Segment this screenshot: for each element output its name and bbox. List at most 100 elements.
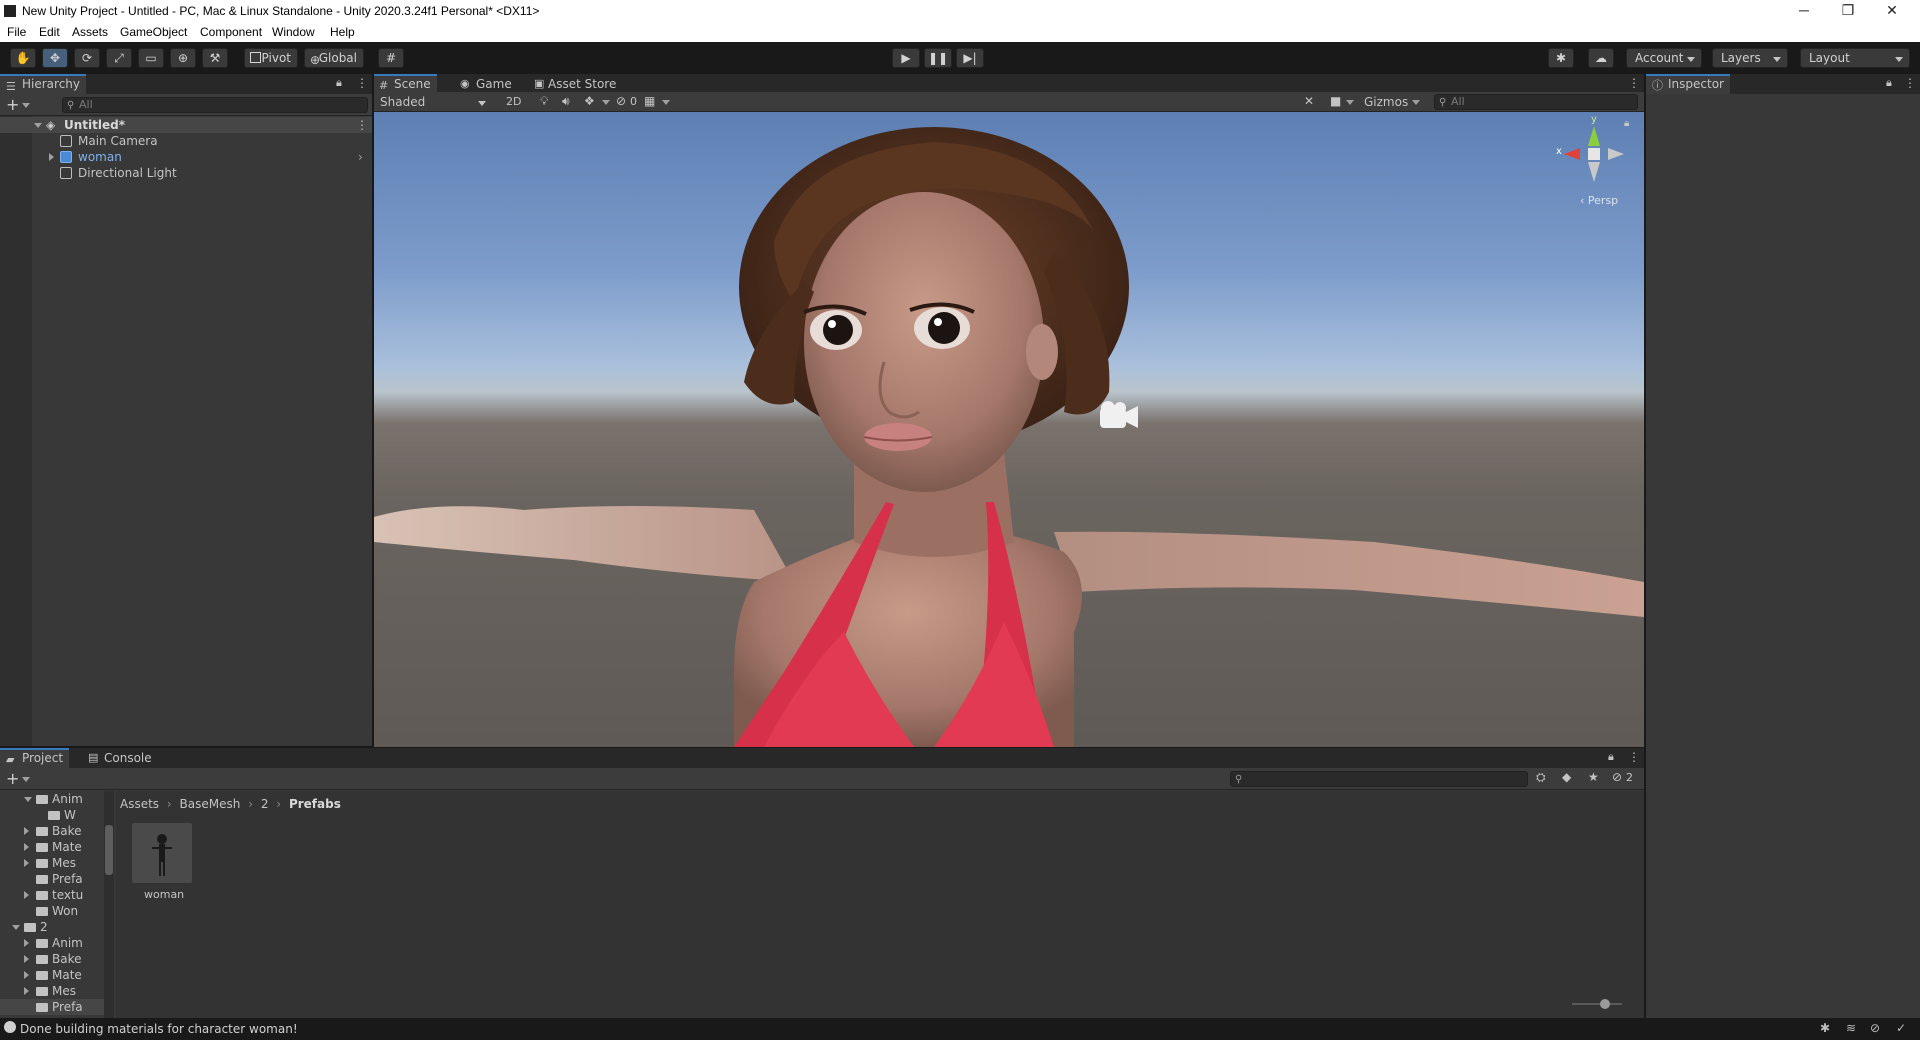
menu-edit[interactable]: Edit — [39, 25, 60, 39]
folder-tree-item[interactable]: W — [0, 807, 104, 823]
pause-button[interactable]: ❚❚ — [924, 48, 952, 68]
progress-check-icon[interactable]: ✓ — [1896, 1021, 1906, 1035]
scene-search-input[interactable]: ⚲ All — [1434, 94, 1638, 110]
add-icon[interactable]: + — [6, 95, 19, 114]
shading-mode-dropdown[interactable]: Shaded — [376, 93, 492, 111]
add-dropdown-icon[interactable] — [22, 103, 30, 108]
thumbnail-size-slider[interactable] — [1572, 999, 1622, 1009]
tab-scene[interactable]: # Scene — [374, 74, 437, 94]
cloud-icon[interactable]: ☁ — [1588, 48, 1614, 68]
play-button[interactable]: ▶ — [892, 48, 920, 68]
rotate-tool-icon[interactable]: ⟳ — [74, 48, 100, 68]
create-icon[interactable]: + — [6, 769, 19, 788]
gizmo-lock-icon[interactable]: 🔒︎ — [1624, 118, 1629, 129]
effects-toggle-icon[interactable]: ❖ — [584, 94, 595, 108]
camera-dropdown-icon[interactable] — [1346, 100, 1354, 105]
audio-toggle-icon[interactable]: 🔊︎ — [562, 94, 570, 109]
tab-inspector[interactable]: ⓘ Inspector — [1646, 74, 1730, 94]
expand-arrow-icon[interactable] — [12, 925, 20, 930]
expand-arrow-icon[interactable] — [24, 797, 32, 802]
create-dropdown-icon[interactable] — [22, 777, 30, 782]
expand-arrow-icon[interactable] — [24, 987, 29, 995]
lock-icon[interactable]: 🔒︎ — [1608, 750, 1614, 764]
tab-hierarchy[interactable]: ☰ Hierarchy — [0, 74, 87, 94]
transform-tool-icon[interactable]: ⊕ — [170, 48, 196, 68]
grid-dropdown-icon[interactable] — [662, 100, 670, 105]
folder-tree-item[interactable]: Mes — [0, 983, 104, 999]
tab-game[interactable]: ◉ Game — [456, 74, 518, 94]
hidden-objects-icon[interactable]: ⊘ — [616, 94, 626, 108]
menu-help[interactable]: Help — [330, 25, 355, 39]
cache-server-icon[interactable]: ≋ — [1846, 1021, 1856, 1035]
project-search-input[interactable]: ⚲ — [1230, 771, 1528, 787]
restore-button[interactable]: ❐ — [1826, 0, 1870, 22]
folder-tree-item[interactable]: Bake — [0, 823, 104, 839]
breadcrumb-item[interactable]: 2 — [261, 797, 269, 811]
kebab-menu-icon[interactable]: ⋮ — [1904, 76, 1916, 90]
step-button[interactable]: ▶| — [956, 48, 984, 68]
menu-assets[interactable]: Assets — [72, 25, 108, 39]
tab-console[interactable]: ▤ Console — [84, 748, 158, 768]
layers-dropdown[interactable]: Layers — [1712, 48, 1788, 68]
expand-arrow-icon[interactable] — [49, 153, 54, 161]
gizmos-dropdown[interactable]: Gizmos — [1360, 93, 1424, 111]
breadcrumb-item[interactable]: BaseMesh — [180, 797, 241, 811]
account-dropdown[interactable]: Account — [1626, 48, 1702, 68]
auto-generate-lighting-icon[interactable]: ⊘ — [1870, 1021, 1880, 1035]
folder-tree-item[interactable]: Anim — [0, 791, 104, 807]
expand-arrow-icon[interactable] — [24, 939, 29, 947]
lighting-toggle-icon[interactable]: 💡︎ — [540, 94, 548, 109]
collab-icon[interactable]: ✱ — [1548, 48, 1574, 68]
custom-tool-icon[interactable]: ⚒ — [202, 48, 228, 68]
expand-arrow-icon[interactable] — [24, 827, 29, 835]
minimize-button[interactable]: ─ — [1782, 0, 1826, 22]
hierarchy-item-directional-light[interactable]: Directional Light — [0, 165, 372, 181]
rect-tool-icon[interactable]: ▭ — [138, 48, 164, 68]
folder-tree-item[interactable]: Mate — [0, 967, 104, 983]
search-by-type-icon[interactable]: ⛭ — [1536, 770, 1546, 785]
projection-label[interactable]: ‹ Persp — [1580, 194, 1618, 207]
toggle-2d-button[interactable]: 2D — [506, 95, 521, 108]
grid-toggle-icon[interactable]: ▦ — [644, 94, 655, 108]
breadcrumb-current[interactable]: Prefabs — [289, 797, 341, 811]
expand-arrow-icon[interactable] — [34, 123, 42, 128]
layout-dropdown[interactable]: Layout — [1800, 48, 1910, 68]
expand-arrow-icon[interactable] — [24, 971, 29, 979]
scene-row[interactable]: ◈ Untitled* ⋮ — [0, 117, 372, 133]
folder-tree-item[interactable]: textu — [0, 887, 104, 903]
scene-viewport[interactable]: y x 🔒︎ ‹ Persp — [374, 112, 1644, 747]
menu-file[interactable]: File — [7, 25, 26, 39]
hierarchy-item-main-camera[interactable]: Main Camera — [0, 133, 372, 149]
lock-icon[interactable]: 🔒︎ — [1886, 76, 1892, 90]
orientation-gizmo[interactable]: y x 🔒︎ ‹ Persp — [1554, 114, 1634, 208]
slider-handle[interactable] — [1600, 999, 1610, 1009]
tab-project[interactable]: ▰ Project — [0, 748, 70, 768]
debug-icon[interactable]: ✱ — [1820, 1021, 1830, 1035]
global-toggle[interactable]: ⊕ Global — [304, 48, 364, 68]
tab-asset-store[interactable]: ▣ Asset Store — [528, 74, 622, 94]
scene-kebab-menu-icon[interactable]: ⋮ — [1628, 76, 1640, 90]
search-by-label-icon[interactable]: ◆ — [1562, 770, 1571, 784]
favorites-star-icon[interactable]: ★ — [1588, 770, 1599, 784]
asset-thumbnail-woman[interactable] — [132, 823, 192, 883]
folder-tree-item[interactable]: Mate — [0, 839, 104, 855]
scene-menu-icon[interactable]: ⋮ — [356, 117, 368, 133]
grid-snap-icon[interactable]: # — [378, 48, 404, 68]
close-button[interactable]: ✕ — [1870, 0, 1914, 22]
kebab-menu-icon[interactable]: ⋮ — [1628, 750, 1640, 764]
hierarchy-item-woman[interactable]: woman › — [0, 149, 372, 165]
folder-tree-item[interactable]: Prefa — [0, 871, 104, 887]
open-prefab-arrow-icon[interactable]: › — [358, 149, 363, 165]
tree-scrollbar[interactable] — [104, 791, 114, 1018]
folder-tree-item[interactable]: Anim — [0, 935, 104, 951]
hidden-packages-icon[interactable]: ⊘ — [1612, 770, 1622, 784]
effects-dropdown-icon[interactable] — [602, 100, 610, 105]
menu-window[interactable]: Window — [272, 25, 315, 39]
menu-gameobject[interactable]: GameObject — [120, 25, 187, 39]
tree-scrollbar-thumb[interactable] — [105, 825, 113, 875]
folder-tree-item[interactable]: Won — [0, 903, 104, 919]
camera-settings-icon[interactable]: ■ — [1330, 94, 1341, 108]
hand-tool-icon[interactable]: ✋ — [10, 48, 36, 68]
menu-component[interactable]: Component — [200, 25, 262, 39]
kebab-menu-icon[interactable]: ⋮ — [356, 76, 368, 90]
